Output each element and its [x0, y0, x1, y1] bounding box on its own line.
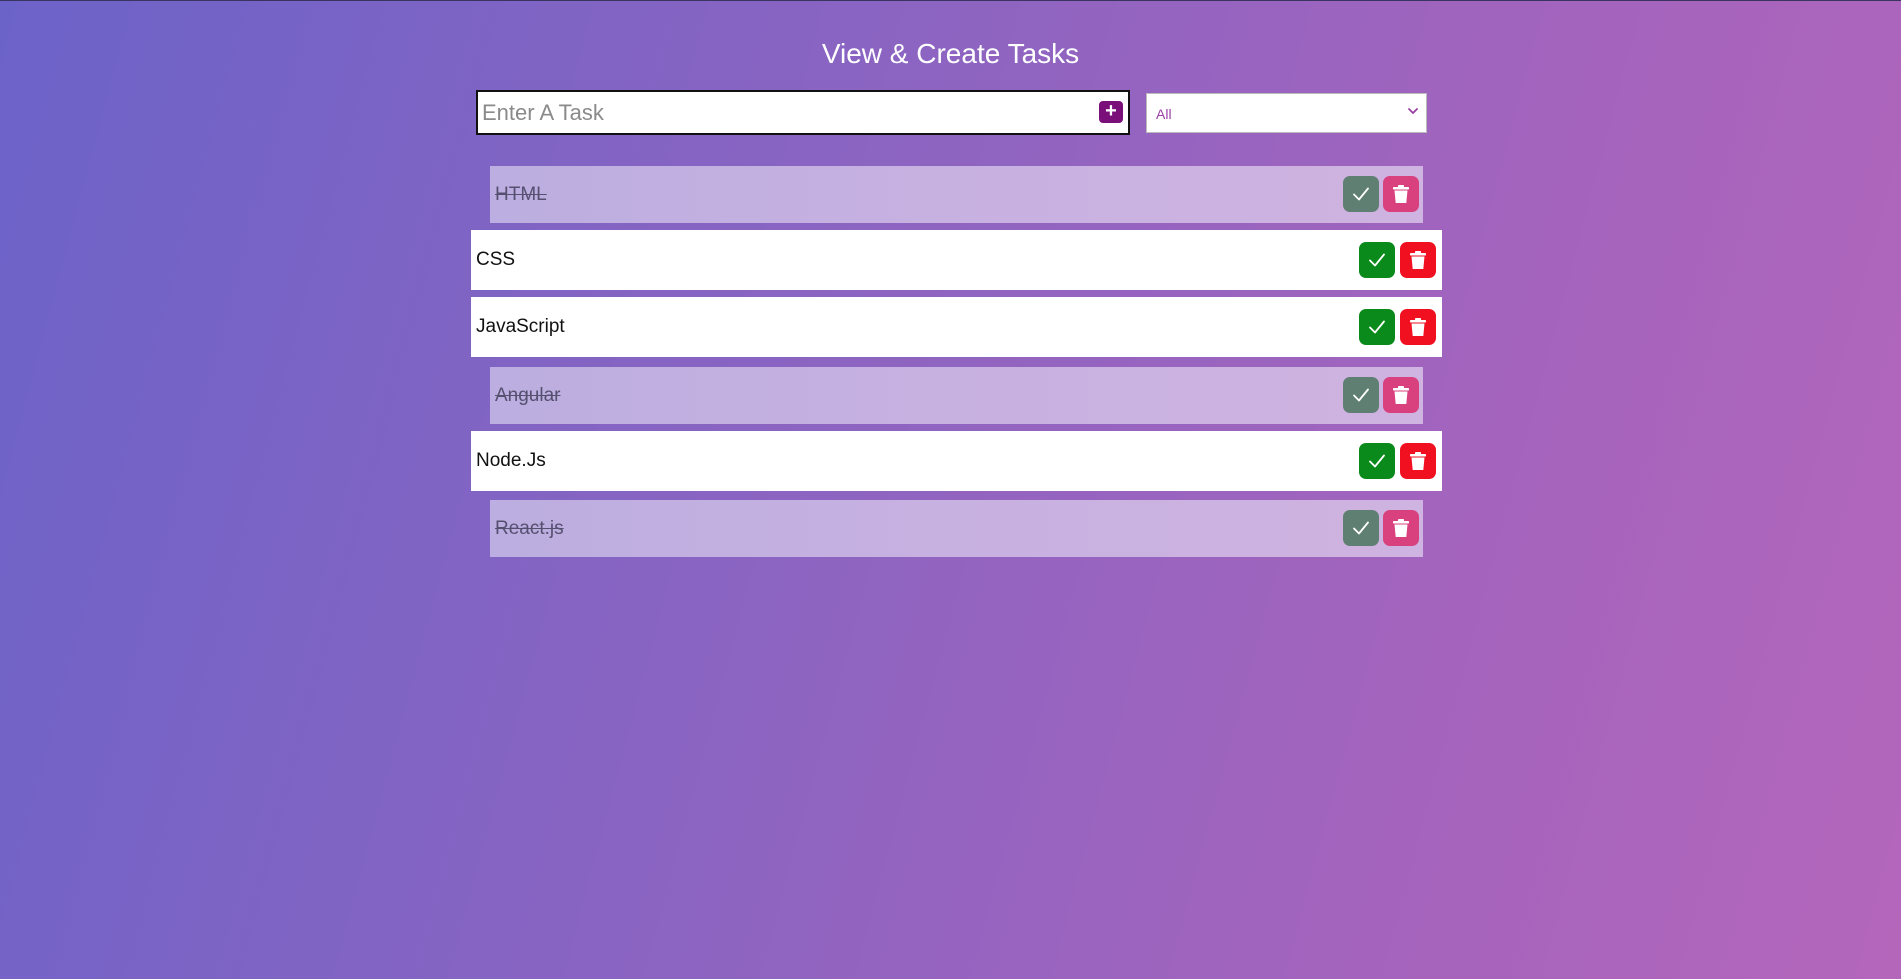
- check-icon: [1353, 521, 1369, 535]
- delete-task-button[interactable]: [1400, 242, 1436, 278]
- delete-task-button[interactable]: [1383, 377, 1419, 413]
- trash-icon: [1410, 452, 1426, 470]
- trash-icon: [1393, 185, 1409, 203]
- filter-select[interactable]: All: [1146, 93, 1427, 133]
- chevron-down-icon: [1408, 108, 1418, 114]
- task-item-html: HTML: [490, 166, 1423, 223]
- check-icon: [1369, 320, 1385, 334]
- delete-task-button[interactable]: [1400, 443, 1436, 479]
- delete-task-button[interactable]: [1383, 176, 1419, 212]
- add-task-button[interactable]: +: [1099, 101, 1123, 123]
- delete-task-button[interactable]: [1383, 510, 1419, 546]
- complete-task-button[interactable]: [1343, 377, 1379, 413]
- complete-task-button[interactable]: [1359, 309, 1395, 345]
- trash-icon: [1410, 251, 1426, 269]
- trash-icon: [1410, 318, 1426, 336]
- task-item-reactjs: React.js: [490, 500, 1423, 557]
- task-item-javascript: JavaScript: [471, 297, 1442, 357]
- task-text: Angular: [495, 385, 561, 406]
- complete-task-button[interactable]: [1359, 443, 1395, 479]
- check-icon: [1353, 187, 1369, 201]
- complete-task-button[interactable]: [1343, 176, 1379, 212]
- complete-task-button[interactable]: [1343, 510, 1379, 546]
- task-item-angular: Angular: [490, 367, 1423, 424]
- check-icon: [1353, 388, 1369, 402]
- check-icon: [1369, 454, 1385, 468]
- task-item-nodejs: Node.Js: [471, 431, 1442, 491]
- check-icon: [1369, 253, 1385, 267]
- task-text: Node.Js: [476, 450, 546, 471]
- trash-icon: [1393, 519, 1409, 537]
- task-item-css: CSS: [471, 230, 1442, 290]
- task-text: React.js: [495, 518, 564, 539]
- trash-icon: [1393, 386, 1409, 404]
- delete-task-button[interactable]: [1400, 309, 1436, 345]
- task-input-container: +: [476, 90, 1130, 135]
- task-text: CSS: [476, 249, 516, 270]
- page-title: View & Create Tasks: [821, 38, 1080, 69]
- task-input[interactable]: [482, 94, 1072, 131]
- plus-icon: +: [1105, 100, 1117, 122]
- complete-task-button[interactable]: [1359, 242, 1395, 278]
- task-text: HTML: [495, 184, 547, 205]
- filter-selected-value: All: [1156, 106, 1172, 122]
- task-text: JavaScript: [476, 316, 565, 337]
